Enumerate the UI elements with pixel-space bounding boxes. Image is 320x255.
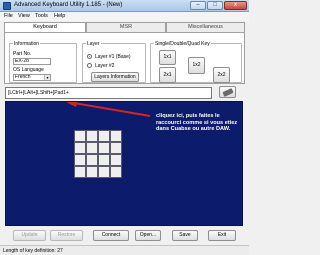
- keyboard-settings-panel: Information Part No. EX-28 OS Language F…: [4, 32, 245, 84]
- key-8[interactable]: [110, 142, 122, 154]
- save-button[interactable]: Save: [172, 230, 198, 241]
- key-13[interactable]: [74, 166, 86, 178]
- layers-information-button[interactable]: Layers Information: [91, 72, 139, 82]
- information-legend: Information: [13, 41, 41, 47]
- bottom-toolbar: Update Restore Connect Open... Save Exit: [0, 228, 249, 244]
- key-11[interactable]: [98, 154, 110, 166]
- key-7[interactable]: [98, 142, 110, 154]
- key-5[interactable]: [74, 142, 86, 154]
- clear-button[interactable]: [219, 86, 236, 98]
- key-1x1-button[interactable]: 1x1: [159, 50, 176, 65]
- key-2x2-button[interactable]: 2x2: [213, 67, 230, 83]
- chevron-down-icon: ▾: [44, 75, 50, 80]
- status-bar: Length of key definition: 27: [0, 245, 249, 255]
- annotation-text: cliquez ici, puis faites le raccourci co…: [156, 113, 238, 132]
- close-button[interactable]: x: [224, 1, 247, 10]
- app-icon: [3, 2, 11, 10]
- part-no-field[interactable]: EX-28: [13, 58, 51, 65]
- minimize-button[interactable]: –: [190, 1, 206, 10]
- menu-view[interactable]: View: [18, 13, 30, 19]
- os-language-select[interactable]: French ▾: [13, 74, 51, 81]
- key-1x2-button[interactable]: 1x2: [188, 57, 205, 74]
- connect-button[interactable]: Connect: [93, 230, 129, 241]
- os-language-value: French: [15, 74, 31, 80]
- os-language-label: OS Language: [13, 67, 44, 73]
- key-1[interactable]: [74, 130, 86, 142]
- menu-file[interactable]: File: [4, 13, 13, 19]
- key-10[interactable]: [86, 154, 98, 166]
- key-9[interactable]: [74, 154, 86, 166]
- tab-msr[interactable]: MSR: [86, 22, 166, 32]
- key-2x1-button[interactable]: 2x1: [159, 67, 176, 83]
- window-title: Advanced Keyboard Utility 1.185 - (New): [14, 2, 123, 8]
- title-bar[interactable]: Advanced Keyboard Utility 1.185 - (New) …: [0, 0, 249, 12]
- tab-strip: Keyboard MSR Miscellaneous: [4, 22, 245, 32]
- key-size-group: Single/Double/Quad Key 1x1 1x2 2x1 2x2: [150, 41, 242, 83]
- keyboard-display: cliquez ici, puis faites le raccourci co…: [5, 101, 243, 226]
- layer-group: Layer Layer #1 (Base) Layer #2 Layers In…: [82, 41, 146, 83]
- menu-help[interactable]: Help: [54, 13, 65, 19]
- layer2-radio[interactable]: [87, 63, 92, 68]
- key-15[interactable]: [98, 166, 110, 178]
- layer-legend: Layer: [86, 41, 101, 47]
- open-button[interactable]: Open...: [135, 230, 161, 241]
- tab-keyboard[interactable]: Keyboard: [4, 22, 86, 32]
- status-text: Length of key definition: 27: [3, 248, 63, 254]
- menu-tools[interactable]: Tools: [35, 13, 48, 19]
- part-no-label: Part No.: [13, 51, 32, 57]
- restore-button[interactable]: Restore: [50, 230, 83, 241]
- exit-button[interactable]: Exit: [208, 230, 236, 241]
- key-6[interactable]: [86, 142, 98, 154]
- key-14[interactable]: [86, 166, 98, 178]
- layer1-label[interactable]: Layer #1 (Base): [95, 54, 131, 60]
- key-2[interactable]: [86, 130, 98, 142]
- key-3[interactable]: [98, 130, 110, 142]
- information-group: Information Part No. EX-28 OS Language F…: [9, 41, 77, 83]
- key-12[interactable]: [110, 154, 122, 166]
- key-size-legend: Single/Double/Quad Key: [154, 41, 211, 47]
- update-button[interactable]: Update: [13, 230, 46, 241]
- layer1-radio[interactable]: [87, 54, 92, 59]
- key-4[interactable]: [110, 130, 122, 142]
- key-sequence-input[interactable]: [LCtrl+]LAlt+]LShift+]Pad1+: [5, 87, 212, 99]
- menu-bar: File View Tools Help: [0, 12, 249, 21]
- layer2-label[interactable]: Layer #2: [95, 63, 114, 69]
- key-16[interactable]: [110, 166, 122, 178]
- tab-miscellaneous[interactable]: Miscellaneous: [166, 22, 245, 32]
- eraser-icon: [222, 88, 234, 97]
- maximize-button[interactable]: □: [207, 1, 223, 10]
